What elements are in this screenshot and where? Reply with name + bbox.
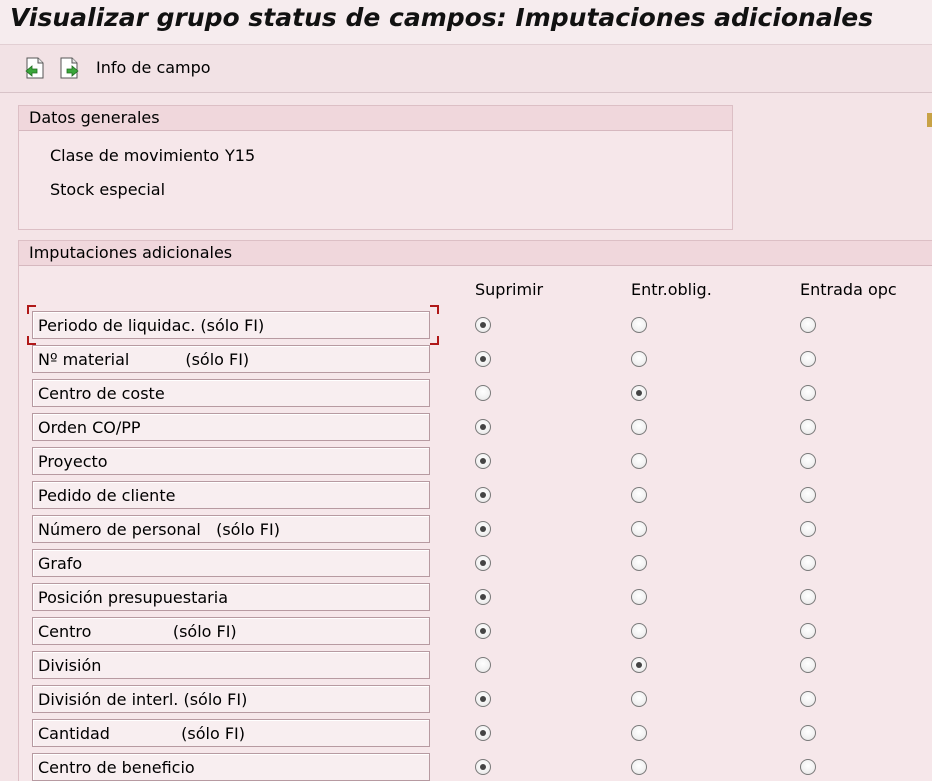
radio-optional[interactable]	[800, 419, 816, 435]
field-row-label[interactable]: Orden CO/PP	[32, 413, 430, 441]
field-label-text: Periodo de liquidac. (sólo FI)	[38, 316, 265, 335]
radio-suppress[interactable]	[475, 385, 491, 401]
radio-suppress[interactable]	[475, 487, 491, 503]
scroll-marker	[927, 113, 932, 127]
general-data-group: Datos generales Clase de movimiento Y15 …	[18, 105, 733, 230]
radio-optional[interactable]	[800, 385, 816, 401]
field-label-text: Centro de beneficio	[38, 758, 195, 777]
radio-suppress[interactable]	[475, 759, 491, 775]
radio-optional[interactable]	[800, 555, 816, 571]
radio-optional[interactable]	[800, 351, 816, 367]
field-row-label[interactable]: Cantidad (sólo FI)	[32, 719, 430, 747]
radio-required[interactable]	[631, 521, 647, 537]
field-label-text: Orden CO/PP	[38, 418, 141, 437]
radio-optional[interactable]	[800, 657, 816, 673]
radio-suppress[interactable]	[475, 453, 491, 469]
previous-page-icon[interactable]	[24, 56, 46, 80]
column-optional: Entrada opc	[800, 280, 897, 299]
field-label-text: Posición presupuestaria	[38, 588, 228, 607]
radio-optional[interactable]	[800, 623, 816, 639]
field-row-label[interactable]: División	[32, 651, 430, 679]
radio-required[interactable]	[631, 623, 647, 639]
radio-required[interactable]	[631, 691, 647, 707]
column-required: Entr.oblig.	[631, 280, 712, 299]
field-info-button[interactable]: Info de campo	[96, 58, 211, 77]
radio-suppress[interactable]	[475, 691, 491, 707]
field-label-text: Centro (sólo FI)	[38, 622, 237, 641]
focus-corner-tl	[27, 305, 36, 314]
field-row-label[interactable]: Centro de beneficio	[32, 753, 430, 781]
radio-suppress[interactable]	[475, 725, 491, 741]
focus-corner-tr	[430, 305, 439, 314]
radio-suppress[interactable]	[475, 419, 491, 435]
radio-required[interactable]	[631, 589, 647, 605]
radio-optional[interactable]	[800, 691, 816, 707]
title-bar: Visualizar grupo status de campos: Imput…	[0, 0, 932, 45]
focus-corner-br	[430, 336, 439, 345]
radio-required[interactable]	[631, 725, 647, 741]
radio-optional[interactable]	[800, 589, 816, 605]
field-label-text: Cantidad (sólo FI)	[38, 724, 246, 743]
movement-type-label: Clase de movimiento	[50, 146, 220, 165]
radio-optional[interactable]	[800, 487, 816, 503]
field-row-label[interactable]: Pedido de cliente	[32, 481, 430, 509]
radio-suppress[interactable]	[475, 521, 491, 537]
field-label-text: Proyecto	[38, 452, 108, 471]
radio-suppress[interactable]	[475, 589, 491, 605]
field-label-text: Número de personal (sólo FI)	[38, 520, 280, 539]
field-row-label[interactable]: Posición presupuestaria	[32, 583, 430, 611]
special-stock-label: Stock especial	[50, 180, 166, 199]
general-data-title: Datos generales	[29, 108, 160, 127]
field-row-label[interactable]: Centro (sólo FI)	[32, 617, 430, 645]
field-row-label[interactable]: Grafo	[32, 549, 430, 577]
radio-suppress[interactable]	[475, 317, 491, 333]
field-row-label[interactable]: Número de personal (sólo FI)	[32, 515, 430, 543]
radio-optional[interactable]	[800, 453, 816, 469]
radio-required[interactable]	[631, 657, 647, 673]
field-label-text: Centro de coste	[38, 384, 165, 403]
radio-required[interactable]	[631, 351, 647, 367]
radio-optional[interactable]	[800, 521, 816, 537]
additional-assignments-title: Imputaciones adicionales	[29, 243, 233, 262]
radio-required[interactable]	[631, 759, 647, 775]
field-label-text: Nº material (sólo FI)	[38, 350, 250, 369]
radio-suppress[interactable]	[475, 657, 491, 673]
radio-required[interactable]	[631, 385, 647, 401]
field-row-label[interactable]: Proyecto	[32, 447, 430, 475]
radio-optional[interactable]	[800, 759, 816, 775]
field-label-text: División	[38, 656, 102, 675]
field-label-text: División de interl. (sólo FI)	[38, 690, 248, 709]
radio-suppress[interactable]	[475, 623, 491, 639]
radio-suppress[interactable]	[475, 351, 491, 367]
field-row-label[interactable]: División de interl. (sólo FI)	[32, 685, 430, 713]
general-data-header: Datos generales	[19, 106, 732, 131]
radio-required[interactable]	[631, 555, 647, 571]
radio-suppress[interactable]	[475, 555, 491, 571]
next-page-icon[interactable]	[58, 56, 80, 80]
movement-type-value: Y15	[225, 146, 256, 165]
focus-corner-bl	[27, 336, 36, 345]
page-title: Visualizar grupo status de campos: Imput…	[10, 3, 874, 32]
radio-required[interactable]	[631, 487, 647, 503]
field-row-label[interactable]: Centro de coste	[32, 379, 430, 407]
application-toolbar: Info de campo	[0, 45, 932, 93]
radio-required[interactable]	[631, 419, 647, 435]
radio-required[interactable]	[631, 317, 647, 333]
radio-optional[interactable]	[800, 317, 816, 333]
radio-required[interactable]	[631, 453, 647, 469]
field-row-label[interactable]: Periodo de liquidac. (sólo FI)	[32, 311, 430, 339]
additional-assignments-header: Imputaciones adicionales	[19, 241, 932, 266]
column-suppress: Suprimir	[475, 280, 544, 299]
field-label-text: Grafo	[38, 554, 83, 573]
radio-optional[interactable]	[800, 725, 816, 741]
field-label-text: Pedido de cliente	[38, 486, 176, 505]
field-row-label[interactable]: Nº material (sólo FI)	[32, 345, 430, 373]
